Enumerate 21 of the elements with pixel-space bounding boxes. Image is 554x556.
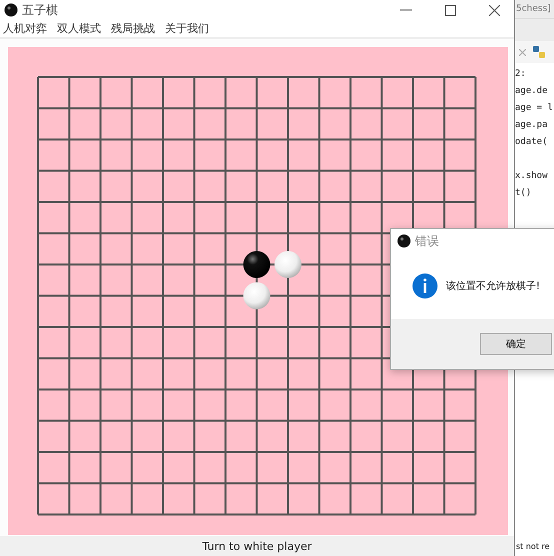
menu-item[interactable]: 残局挑战 xyxy=(111,21,155,36)
code-line: age.de xyxy=(515,85,549,98)
window-title: 五子棋 xyxy=(22,2,59,18)
stone-icon xyxy=(4,3,18,17)
dialog-title: 错误 xyxy=(415,232,440,250)
ok-button[interactable]: 确定 xyxy=(480,333,552,355)
code-line: t() xyxy=(515,187,532,200)
stone-icon xyxy=(397,234,411,248)
menu-item[interactable]: 关于我们 xyxy=(165,21,209,36)
menu-item[interactable]: 双人模式 xyxy=(57,21,101,36)
python-file-icon[interactable] xyxy=(532,45,546,59)
code-line: age.pa xyxy=(515,119,549,132)
status-bar: Turn to white player xyxy=(0,536,514,556)
code-line: age = l xyxy=(515,102,554,115)
code-line: x.show xyxy=(515,170,549,183)
code-line: 2: xyxy=(515,68,527,81)
code-line: odate( xyxy=(515,136,549,149)
menu-item[interactable]: 人机对弈 xyxy=(3,21,47,36)
info-icon xyxy=(412,273,438,299)
editor-title: 5chess] xyxy=(515,0,554,19)
dialog-message: 该位置不允许放棋子! xyxy=(446,280,540,293)
